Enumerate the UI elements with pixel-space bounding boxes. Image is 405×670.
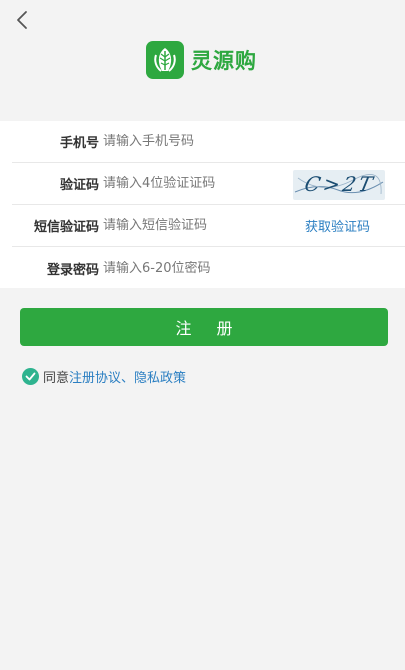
check-icon [25, 372, 36, 381]
captcha-row: 验证码 C>2T [12, 163, 405, 205]
captcha-image[interactable]: C>2T [293, 170, 385, 200]
logo: 灵源购 [146, 40, 257, 80]
agree-separator: 、 [121, 371, 135, 386]
register-page: 灵源购 手机号 验证码 C>2T 短信验证码 获取验证码 登录密码 [0, 0, 405, 670]
captcha-input[interactable] [103, 176, 283, 191]
sms-code-input[interactable] [103, 218, 283, 233]
sms-label: 短信验证码 [33, 220, 99, 235]
chevron-left-icon [17, 11, 27, 29]
terms-link[interactable]: 注册协议 [69, 367, 121, 386]
back-button[interactable] [10, 8, 34, 32]
password-row: 登录密码 [12, 247, 405, 289]
register-form: 手机号 验证码 C>2T 短信验证码 获取验证码 登录密码 [0, 121, 405, 288]
phone-label: 手机号 [59, 136, 99, 151]
captcha-text: C>2T [302, 172, 378, 196]
password-label: 登录密码 [46, 262, 99, 278]
password-input[interactable] [103, 260, 283, 276]
phone-row: 手机号 [12, 121, 405, 163]
get-sms-code-button[interactable]: 获取验证码 [305, 216, 370, 235]
register-button[interactable]: 注 册 [20, 308, 388, 346]
sms-row: 短信验证码 获取验证码 [12, 205, 405, 247]
agree-prefix: 同意 [43, 371, 70, 386]
agreement: 同意 注册协议 、 隐私政策 [22, 367, 186, 386]
privacy-link[interactable]: 隐私政策 [134, 367, 186, 386]
agree-checkbox[interactable] [22, 368, 39, 385]
captcha-label: 验证码 [59, 178, 99, 193]
leaf-icon [146, 41, 184, 79]
phone-input[interactable] [103, 134, 283, 149]
logo-text: 灵源购 [191, 49, 257, 73]
